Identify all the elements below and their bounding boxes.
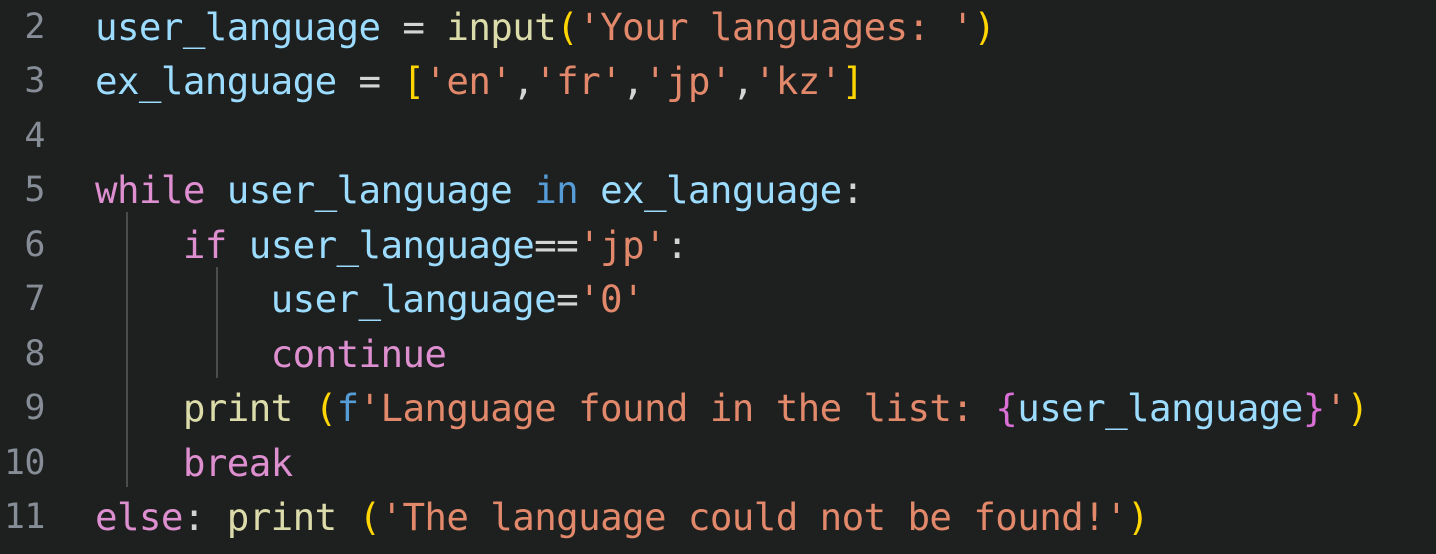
code-token: user_language bbox=[248, 222, 535, 267]
code-line-content[interactable]: continue bbox=[75, 335, 1436, 374]
line-number[interactable]: 9 bbox=[0, 391, 75, 426]
code-token: user_language bbox=[95, 4, 381, 49]
code-line[interactable]: 2 user_language = input('Your languages: … bbox=[0, 0, 1436, 55]
code-token: else bbox=[95, 495, 183, 539]
code-token: 'The language could not be found!' bbox=[380, 495, 1128, 539]
code-token: print bbox=[182, 386, 293, 430]
code-line[interactable]: 7 user_language='0' bbox=[0, 273, 1436, 328]
code-editor[interactable]: 2 user_language = input('Your languages: … bbox=[0, 0, 1436, 554]
code-token: 'kz' bbox=[753, 59, 842, 103]
code-line[interactable]: 10 break bbox=[0, 436, 1436, 491]
line-number[interactable]: 10 bbox=[0, 445, 75, 481]
code-line[interactable]: 4 bbox=[0, 109, 1436, 164]
code-line-content[interactable]: break bbox=[75, 444, 1436, 483]
code-token: : bbox=[841, 168, 865, 212]
code-token: 'Language found in the list: bbox=[358, 386, 996, 430]
code-token: , bbox=[622, 59, 645, 103]
code-line-content[interactable]: if user_language=='jp': bbox=[75, 226, 1436, 265]
code-token: while bbox=[95, 168, 205, 212]
line-number[interactable]: 3 bbox=[0, 64, 75, 99]
line-number[interactable]: 5 bbox=[0, 173, 75, 208]
code-token: ( bbox=[358, 495, 382, 539]
code-token: in bbox=[534, 168, 579, 212]
code-token: ] bbox=[841, 59, 865, 103]
code-line-content[interactable]: user_language = input('Your languages: '… bbox=[75, 8, 1436, 47]
code-token: user_language bbox=[1017, 386, 1303, 430]
code-token: == bbox=[534, 222, 579, 267]
code-line-list[interactable]: 2 user_language = input('Your languages: … bbox=[0, 0, 1436, 545]
line-number[interactable]: 7 bbox=[0, 282, 75, 317]
code-token: 'jp' bbox=[578, 222, 666, 267]
line-number[interactable]: 4 bbox=[0, 118, 75, 154]
code-token: if bbox=[182, 222, 228, 267]
code-token: user_language bbox=[270, 277, 557, 321]
line-number[interactable]: 11 bbox=[0, 500, 75, 535]
code-token: break bbox=[182, 440, 293, 485]
code-token: user_language bbox=[226, 168, 513, 212]
code-token: '0' bbox=[578, 277, 644, 321]
code-token: : bbox=[665, 222, 689, 267]
code-line[interactable]: 11 else: print ('The language could not b… bbox=[0, 491, 1436, 546]
code-line[interactable]: 9 print (f'Language found in the list: {… bbox=[0, 382, 1436, 437]
code-token: = bbox=[556, 277, 579, 321]
code-line-content[interactable]: print (f'Language found in the list: {us… bbox=[75, 389, 1436, 428]
code-token: : bbox=[182, 495, 206, 539]
code-line[interactable]: 3 ex_language = ['en','fr','jp','kz'] bbox=[0, 55, 1436, 110]
code-token: 'Your languages: ' bbox=[578, 4, 974, 49]
code-token: 'en' bbox=[424, 59, 513, 103]
code-token: ) bbox=[973, 4, 996, 49]
code-token: , bbox=[512, 59, 535, 103]
code-token: input bbox=[446, 4, 557, 49]
code-token: 'fr' bbox=[534, 59, 623, 103]
code-line-content[interactable]: user_language='0' bbox=[75, 280, 1436, 319]
code-token: ex_language bbox=[600, 168, 842, 212]
code-line-content[interactable]: ex_language = ['en','fr','jp','kz'] bbox=[75, 62, 1436, 101]
code-token: print bbox=[226, 495, 337, 539]
code-token: 'jp' bbox=[644, 59, 732, 103]
code-token: = bbox=[358, 59, 382, 103]
code-token: ( bbox=[556, 4, 579, 49]
code-token: continue bbox=[270, 331, 447, 376]
line-number[interactable]: 2 bbox=[0, 9, 75, 45]
code-token: ex_language bbox=[95, 59, 337, 103]
code-token: ' bbox=[1324, 386, 1348, 430]
code-token: } bbox=[1302, 386, 1326, 430]
code-line[interactable]: 8 continue bbox=[0, 327, 1436, 382]
code-token: ( bbox=[314, 386, 338, 430]
code-token: , bbox=[731, 59, 755, 103]
code-token: f bbox=[336, 386, 360, 430]
code-token: ) bbox=[1346, 386, 1370, 430]
line-number[interactable]: 8 bbox=[0, 336, 75, 372]
code-token: [ bbox=[402, 59, 425, 103]
code-line-content[interactable]: else: print ('The language could not be … bbox=[75, 498, 1436, 537]
code-token: = bbox=[402, 4, 425, 49]
code-line[interactable]: 5 while user_language in ex_language: bbox=[0, 164, 1436, 219]
code-token: ) bbox=[1127, 495, 1150, 539]
code-line-content[interactable]: while user_language in ex_language: bbox=[75, 171, 1436, 210]
line-number[interactable]: 6 bbox=[0, 227, 75, 263]
code-token: { bbox=[995, 386, 1018, 430]
code-line[interactable]: 6 if user_language=='jp': bbox=[0, 218, 1436, 273]
